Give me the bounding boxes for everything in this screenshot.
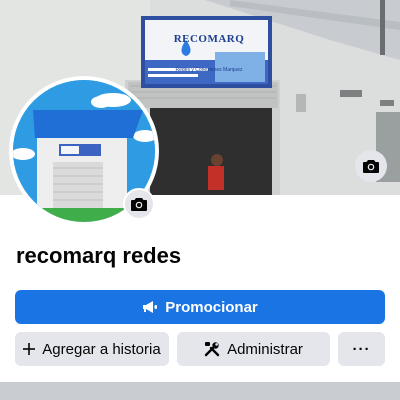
manage-button[interactable]: Administrar [177,332,330,366]
edit-profile-picture-button[interactable] [123,188,155,220]
promote-button-label: Promocionar [165,298,258,316]
promote-button[interactable]: Promocionar [15,290,385,324]
megaphone-icon [142,300,158,314]
edit-cover-button[interactable] [355,150,387,182]
tools-icon [204,341,220,357]
add-to-story-button[interactable]: Agregar a historia [15,332,169,366]
section-divider [0,382,400,400]
camera-icon [363,160,379,173]
plus-icon [23,343,36,355]
profile-picture[interactable] [9,76,159,226]
profile-name: recomarq redes [16,243,182,268]
camera-icon [131,198,147,211]
add-to-story-label: Agregar a historia [42,340,161,358]
more-options-button[interactable]: ··· [338,332,385,366]
more-options-label: ··· [352,340,371,358]
manage-button-label: Administrar [227,340,303,358]
